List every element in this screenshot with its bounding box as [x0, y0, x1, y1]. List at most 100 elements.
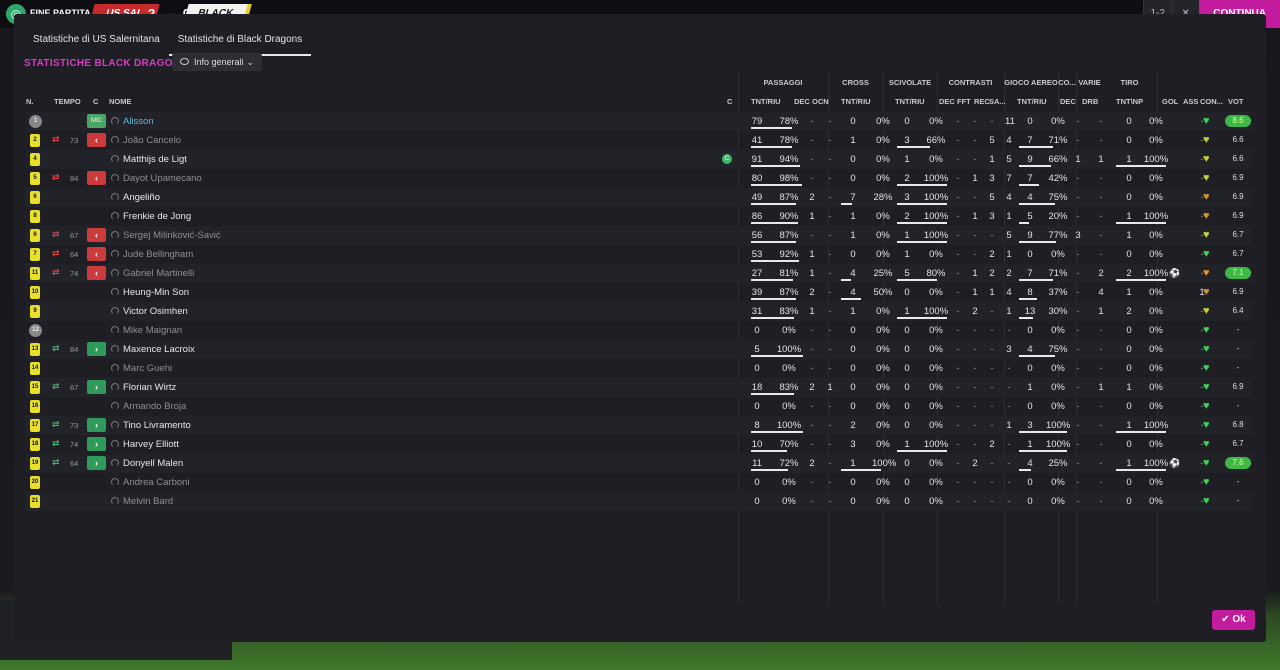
column-header[interactable]: DEC — [794, 97, 810, 106]
stat-vd: 2 — [1098, 268, 1104, 279]
stat-sr: 100% — [923, 439, 949, 450]
header-group: SCIVOLATE — [888, 78, 932, 87]
column-header[interactable]: C — [727, 97, 732, 106]
stat-vd: 1 — [1098, 154, 1104, 165]
table-row[interactable]: 18 ⇄ 74 › Harvey Elliott 10 70% - -3 0% 1 100% - -2-1… — [26, 435, 1252, 454]
stat-sr: 0% — [929, 325, 943, 336]
stat-kr: 2 — [989, 249, 995, 260]
player-rating: 6.9 — [1232, 382, 1244, 391]
stat-at: 13 — [1024, 306, 1036, 317]
stat-sr: 0% — [929, 287, 943, 298]
tab-home-stats[interactable]: Statistiche di US Salernitana — [24, 30, 169, 56]
player-name[interactable]: Alisson — [123, 116, 154, 127]
table-row[interactable]: 10 Heung-Min Son 39 87% 2-4 50% 0 0% -1 1 4 8 37% -4 1… — [26, 283, 1252, 302]
table-row[interactable]: 6 Angeliño 49 87% 2-7 28% 3 100% - -5 4 4 75% - -0 0% - ♥… — [26, 188, 1252, 207]
table-row[interactable]: 15 ⇄ 67 › Florian Wirtz 18 83% 2 1 0 0% 0 0% - - - -1 0% -… — [26, 378, 1252, 397]
column-header[interactable]: VOT — [1228, 97, 1243, 106]
role-badge: ‹ — [87, 171, 106, 185]
table-row[interactable]: 2 ⇄ 73 ‹ João Cancelo 41 78% - -1 0% 3 66% - -5 4 7 71% -… — [26, 131, 1252, 150]
stat-vd: - — [1099, 211, 1103, 222]
column-header[interactable]: CON... — [1200, 97, 1223, 106]
stat-at: 7 — [1027, 268, 1033, 279]
table-row[interactable]: 12 Mike Maignan 0 0% - -0 0% 0 0% - - - -0 0% - -0 0% - ♥ - — [26, 321, 1252, 340]
table-row[interactable]: 4 Matthijs de Ligt C 91 94% - -0 0% 1 0% - -1 5 9 66% 1… — [26, 150, 1252, 169]
table-row[interactable]: 11 ⇄ 74 ‹ Gabriel Martinelli 27 81% 1-4 25% 5 80% -… — [26, 264, 1252, 283]
player-rating: 6.9 — [1232, 173, 1244, 182]
player-name[interactable]: Marc Guehi — [123, 363, 172, 374]
table-row[interactable]: 7 ⇄ 64 ‹ Jude Bellingham 53 92% 1-0 0% 1 0% - -2 1 0 0%… — [26, 245, 1252, 264]
stat-cr: 0% — [876, 135, 890, 146]
player-name[interactable]: Mike Maignan — [123, 325, 182, 336]
column-header[interactable]: N. — [26, 97, 34, 106]
player-name[interactable]: Maxence Lacroix — [123, 344, 195, 355]
player-rating: 6.7 — [1232, 249, 1244, 258]
ratio-bar — [751, 279, 793, 281]
ok-button[interactable]: ✔ Ok — [1212, 610, 1255, 630]
player-name[interactable]: Donyell Malen — [123, 458, 183, 469]
player-name[interactable]: Melvin Bard — [123, 496, 173, 507]
column-header[interactable]: TEMPO — [54, 97, 81, 106]
table-row[interactable]: 6 ⇄ 67 ‹ Sergej Milinković-Savić 56 87% - -1 0% 1 1… — [26, 226, 1252, 245]
table-row[interactable]: 16 Armando Broja 0 0% - -0 0% 0 0% - - - -0 0% - -0 0% - ♥… — [26, 397, 1252, 416]
player-name[interactable]: Sergej Milinković-Savić — [123, 230, 221, 241]
stat-at: 9 — [1027, 230, 1033, 241]
player-name[interactable]: João Cancelo — [123, 135, 181, 146]
column-header[interactable]: OCN — [812, 97, 829, 106]
column-header[interactable]: TNT/RIU — [1017, 97, 1047, 106]
table-row[interactable]: 5 ⇄ 84 ‹ Dayot Upamecano 80 98% - -0 0% 2 100% -1 3 7 7… — [26, 169, 1252, 188]
column-header[interactable]: SA... — [989, 97, 1006, 106]
stat-vd: - — [1099, 363, 1103, 374]
table-row[interactable]: 9 Victor Osimhen 31 83% 1-1 0% 1 100% -2-1 13 30% -… — [26, 302, 1252, 321]
table-row[interactable]: 1 MIC Alisson 79 78% - -0 0% 0 0% - - -11 0 0% - -0 0% - ♥ 8… — [26, 112, 1252, 131]
table-row[interactable]: 19 ⇄ 64 › Donyell Malen 11 72% 2 - 1 100% 0 0% - 2 - - 4 2… — [26, 454, 1252, 473]
column-header[interactable]: DEC — [1060, 97, 1076, 106]
stat-kd: - — [956, 249, 960, 260]
stat-cr: 0% — [876, 382, 890, 393]
stat-tr: 0% — [1149, 230, 1163, 241]
table-row[interactable]: 20 Andrea Carboni 0 0% - -0 0% 0 0% - - - -0 0% - -0 0% -… — [26, 473, 1252, 492]
ratio-bar — [1019, 165, 1051, 167]
player-name[interactable]: Armando Broja — [123, 401, 186, 412]
shirt-number: 20 — [30, 476, 40, 489]
stat-kd: - — [956, 154, 960, 165]
column-header[interactable]: C — [93, 97, 98, 106]
stat-tr: 0% — [1149, 363, 1163, 374]
player-name[interactable]: Jude Bellingham — [123, 249, 193, 260]
player-name[interactable]: Frenkie de Jong — [123, 211, 191, 222]
table-row[interactable]: 8 Frenkie de Jong 86 90% 1-1 0% 2 100% -1 3 1 5 20% -… — [26, 207, 1252, 226]
player-name[interactable]: Heung-Min Son — [123, 287, 189, 298]
column-header[interactable]: DRB — [1082, 97, 1098, 106]
stat-cd: - — [1076, 306, 1080, 317]
ratio-bar — [751, 241, 796, 243]
stat-ar: 0% — [1051, 363, 1065, 374]
column-header[interactable]: ASS — [1183, 97, 1198, 106]
column-header[interactable]: DEC — [939, 97, 955, 106]
player-name[interactable]: Dayot Upamecano — [123, 173, 202, 184]
player-name[interactable]: Harvey Elliott — [123, 439, 179, 450]
player-name[interactable]: Tino Livramento — [123, 420, 191, 431]
table-row[interactable]: 21 Melvin Bard 0 0% - -0 0% 0 0% - - - -0 0% - -0 0% - ♥ - — [26, 492, 1252, 511]
table-row[interactable]: 14 Marc Guehi 0 0% - -0 0% 0 0% - - - -0 0% - -0 0% - ♥ - — [26, 359, 1252, 378]
column-header[interactable]: TNT\NP — [1116, 97, 1143, 106]
column-header[interactable]: GOL — [1162, 97, 1178, 106]
table-row[interactable]: 17 ⇄ 73 › Tino Livramento 8 100% - -2 0% 0 0% - - -1 3 1… — [26, 416, 1252, 435]
column-header[interactable]: TNT/RIU — [895, 97, 925, 106]
column-header[interactable]: NOME — [109, 97, 132, 106]
column-header[interactable]: TNT/RIU — [841, 97, 871, 106]
table-row[interactable]: 13 ⇄ 84 › Maxence Lacroix 5 100% - -0 0% 0 0% - - -3 4 7… — [26, 340, 1252, 359]
stat-kr: - — [990, 458, 994, 469]
player-name[interactable]: Matthijs de Ligt — [123, 154, 187, 165]
view-dropdown[interactable]: Info generali ⌄ — [172, 53, 262, 71]
column-header[interactable]: REC — [974, 97, 990, 106]
player-name[interactable]: Angeliño — [123, 192, 160, 203]
column-header[interactable]: FFT — [957, 97, 971, 106]
stat-vd: - — [1099, 135, 1103, 146]
player-icon — [111, 383, 119, 391]
player-name[interactable]: Victor Osimhen — [123, 306, 188, 317]
stat-po: - — [828, 154, 832, 165]
player-name[interactable]: Gabriel Martinelli — [123, 268, 194, 279]
player-icon — [111, 307, 119, 315]
player-name[interactable]: Andrea Carboni — [123, 477, 190, 488]
player-name[interactable]: Florian Wirtz — [123, 382, 176, 393]
column-header[interactable]: TNT/RIU — [751, 97, 781, 106]
